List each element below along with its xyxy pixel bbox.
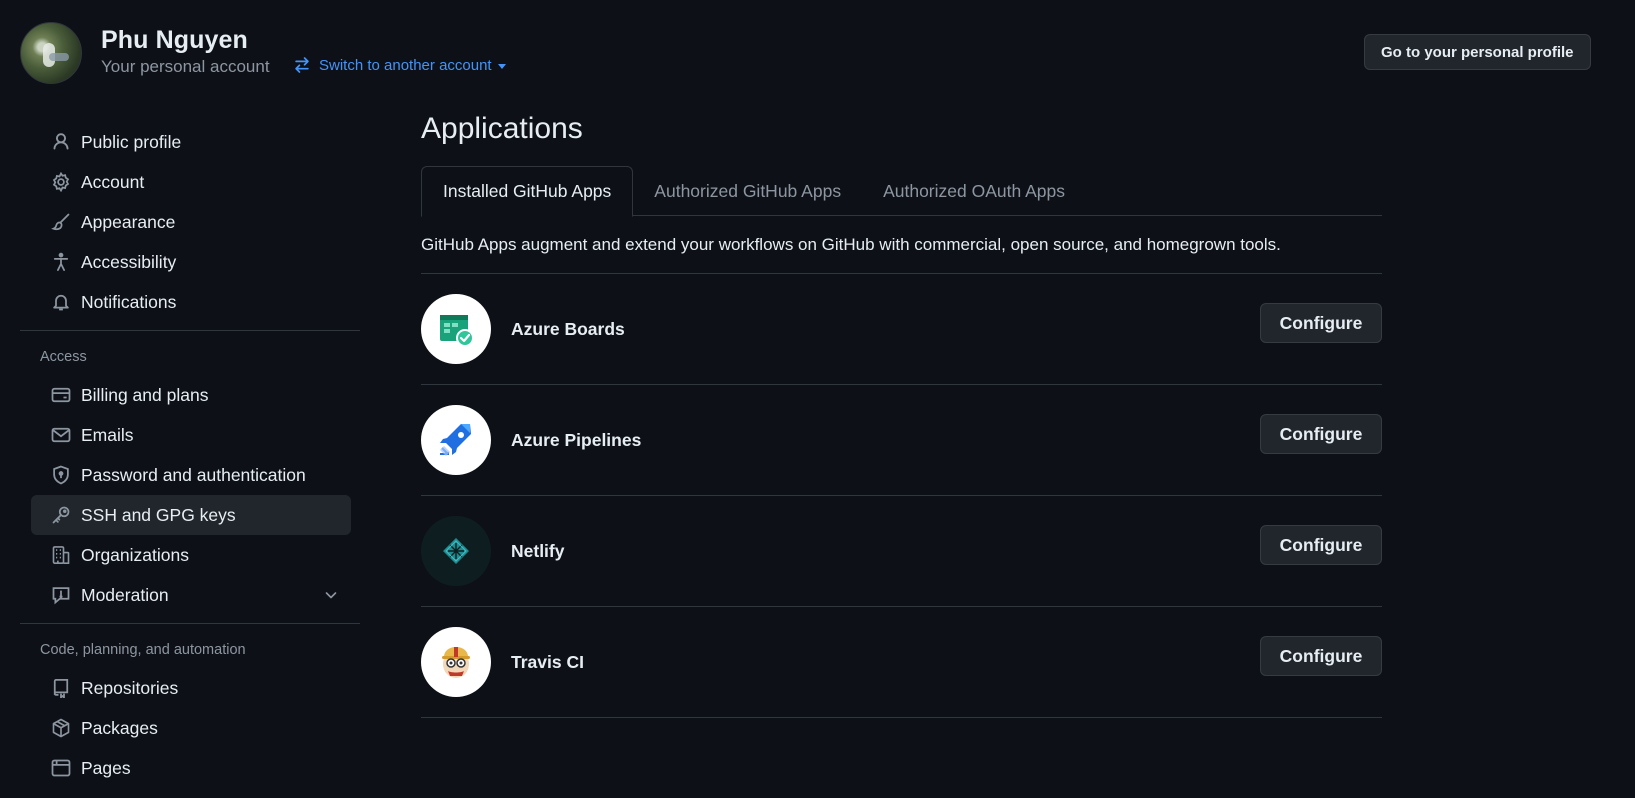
package-icon <box>51 718 71 738</box>
sidebar-item-label: Accessibility <box>81 251 177 272</box>
credit-card-icon <box>51 385 71 405</box>
configure-button[interactable]: Configure <box>1260 414 1382 454</box>
sidebar-item-label: Appearance <box>81 211 176 232</box>
applications-panel: Applications Installed GitHub Apps Autho… <box>421 112 1382 718</box>
gear-icon <box>51 172 71 192</box>
app-name[interactable]: Travis CI <box>511 652 584 673</box>
mail-icon <box>51 425 71 445</box>
sidebar-item-label: Account <box>81 171 145 192</box>
sidebar-item-label: Pages <box>81 757 131 778</box>
bell-icon <box>51 292 71 312</box>
sidebar-item-label: Public profile <box>81 131 182 152</box>
paintbrush-icon <box>51 212 71 232</box>
configure-button[interactable]: Configure <box>1260 525 1382 565</box>
sidebar-item-repositories[interactable]: Repositories <box>31 668 351 708</box>
sidebar-item-public-profile[interactable]: Public profile <box>31 122 351 162</box>
app-row-azure-pipelines: Azure Pipelines Configure <box>421 385 1382 496</box>
sidebar-item-appearance[interactable]: Appearance <box>31 202 351 242</box>
app-name[interactable]: Azure Boards <box>511 319 625 340</box>
app-row-azure-boards: Azure Boards Configure <box>421 274 1382 385</box>
sidebar-item-ssh-gpg-keys[interactable]: SSH and GPG keys <box>31 495 351 535</box>
tab-installed-github-apps[interactable]: Installed GitHub Apps <box>421 166 634 217</box>
sidebar-item-label: Billing and plans <box>81 384 209 405</box>
accessibility-icon <box>51 252 71 272</box>
browser-icon <box>51 758 71 778</box>
sidebar-item-organizations[interactable]: Organizations <box>31 535 351 575</box>
sidebar-item-label: Repositories <box>81 677 179 698</box>
account-header: Phu Nguyen Your personal account Switch … <box>20 20 1591 84</box>
avatar[interactable] <box>20 22 82 84</box>
azure-pipelines-logo[interactable] <box>421 405 491 475</box>
shield-lock-icon <box>51 465 71 485</box>
arrow-switch-icon <box>295 57 309 73</box>
caret-down-icon <box>497 63 506 69</box>
azure-boards-logo[interactable] <box>421 294 491 364</box>
person-icon <box>51 132 71 152</box>
sidebar-item-label: Password and authentication <box>81 464 306 485</box>
sidebar-item-accessibility[interactable]: Accessibility <box>31 242 351 282</box>
configure-button[interactable]: Configure <box>1260 636 1382 676</box>
organization-icon <box>51 545 71 565</box>
avatar-photo-detail <box>49 53 69 61</box>
travis-ci-logo[interactable] <box>421 627 491 697</box>
personal-profile-button[interactable]: Go to your personal profile <box>1364 34 1591 70</box>
sidebar-group-access: Access <box>40 349 87 365</box>
sidebar-item-label: Organizations <box>81 544 189 565</box>
configure-button[interactable]: Configure <box>1260 303 1382 343</box>
sidebar-item-label: Packages <box>81 717 158 738</box>
app-row-netlify: Netlify Configure <box>421 496 1382 607</box>
sidebar-divider <box>20 330 360 331</box>
tab-authorized-oauth-apps[interactable]: Authorized OAuth Apps <box>862 166 1086 216</box>
repo-icon <box>51 678 71 698</box>
user-name: Phu Nguyen <box>101 26 248 54</box>
sidebar-item-notifications[interactable]: Notifications <box>31 282 351 322</box>
sidebar-item-label: Moderation <box>81 584 169 605</box>
app-name[interactable]: Azure Pipelines <box>511 430 641 451</box>
app-name[interactable]: Netlify <box>511 541 564 562</box>
apps-description: GitHub Apps augment and extend your work… <box>421 216 1382 274</box>
sidebar-item-label: Emails <box>81 424 134 445</box>
switch-account-label: Switch to another account <box>319 56 492 74</box>
account-type-label: Your personal account <box>101 57 270 76</box>
sidebar-item-label: SSH and GPG keys <box>81 504 236 525</box>
chevron-down-icon[interactable] <box>323 587 339 603</box>
settings-page: Phu Nguyen Your personal account Switch … <box>0 0 1635 798</box>
netlify-logo[interactable] <box>421 516 491 586</box>
settings-sidebar: Public profile Account Appearance Access… <box>20 122 364 788</box>
sidebar-item-packages[interactable]: Packages <box>31 708 351 748</box>
tab-authorized-github-apps[interactable]: Authorized GitHub Apps <box>633 166 862 216</box>
applications-tabs: Installed GitHub Apps Authorized GitHub … <box>421 166 1382 217</box>
sidebar-item-label: Notifications <box>81 291 177 312</box>
sidebar-group-code: Code, planning, and automation <box>40 642 246 658</box>
sidebar-item-emails[interactable]: Emails <box>31 415 351 455</box>
sidebar-divider <box>20 623 360 624</box>
sidebar-item-moderation[interactable]: Moderation <box>31 575 351 615</box>
sidebar-item-billing[interactable]: Billing and plans <box>31 375 351 415</box>
app-row-travis-ci: Travis CI Configure <box>421 607 1382 718</box>
page-title: Applications <box>421 112 583 145</box>
sidebar-item-pages[interactable]: Pages <box>31 748 351 788</box>
key-icon <box>51 505 71 525</box>
sidebar-item-password[interactable]: Password and authentication <box>31 455 351 495</box>
sidebar-item-account[interactable]: Account <box>31 162 351 202</box>
report-icon <box>51 585 71 605</box>
switch-account-link[interactable]: Switch to another account <box>293 56 506 74</box>
